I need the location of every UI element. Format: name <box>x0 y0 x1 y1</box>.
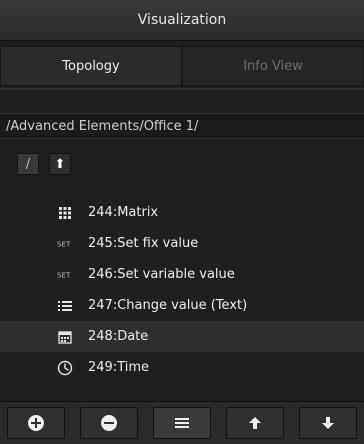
list-item-label: 248:Date <box>88 329 149 344</box>
clock-icon <box>57 360 73 376</box>
list-item-244[interactable]: 244:Matrix <box>0 197 364 228</box>
minus-circle-icon <box>101 415 118 431</box>
up-level-icon: ⬆ <box>54 156 66 172</box>
bottom-toolbar <box>0 401 364 444</box>
calendar-icon <box>57 329 73 345</box>
set-icon: SET <box>57 236 73 252</box>
move-up-button[interactable] <box>225 407 284 439</box>
tab-bar: Topology Info View <box>0 46 364 86</box>
visualization-panel: Visualization Topology Info View /Advanc… <box>0 0 364 444</box>
arrow-up-icon <box>248 417 261 429</box>
path-buttons: / ⬆ <box>17 153 71 175</box>
path-text: /Advanced Elements/Office 1/ <box>6 118 199 134</box>
root-path-label: / <box>25 156 31 172</box>
remove-button[interactable] <box>80 407 139 439</box>
list-icon <box>57 298 73 314</box>
tab-topology-label: Topology <box>62 58 120 74</box>
up-level-button[interactable]: ⬆ <box>49 153 71 175</box>
tabs-divider <box>0 88 364 90</box>
path-field[interactable]: /Advanced Elements/Office 1/ <box>0 113 364 139</box>
list-item-label: 247:Change value (Text) <box>88 298 248 313</box>
set-icon: SET <box>57 267 73 283</box>
list-item-label: 245:Set fix value <box>88 236 199 251</box>
move-down-button[interactable] <box>298 407 357 439</box>
add-button[interactable] <box>7 407 66 439</box>
svg-text:SET: SET <box>57 239 71 248</box>
svg-text:SET: SET <box>57 270 71 279</box>
list-item-247[interactable]: 247:Change value (Text) <box>0 290 364 321</box>
element-list: 244:Matrix SET 245:Set fix value SET 246… <box>0 197 364 383</box>
list-item-249[interactable]: 249:Time <box>0 352 364 383</box>
matrix-icon <box>57 205 73 221</box>
tab-info-view[interactable]: Info View <box>182 46 364 86</box>
list-item-label: 249:Time <box>88 360 150 375</box>
tab-topology[interactable]: Topology <box>0 46 182 86</box>
tab-info-view-label: Info View <box>243 58 303 74</box>
root-path-button[interactable]: / <box>17 153 39 175</box>
list-item-248[interactable]: 248:Date <box>0 321 364 352</box>
window-title-text: Visualization <box>137 12 227 28</box>
list-item-label: 246:Set variable value <box>88 267 235 282</box>
list-item-245[interactable]: SET 245:Set fix value <box>0 228 364 259</box>
list-icon <box>174 418 189 428</box>
list-view-button[interactable] <box>152 407 211 439</box>
list-item-246[interactable]: SET 246:Set variable value <box>0 259 364 290</box>
arrow-down-icon <box>321 417 334 429</box>
list-item-label: 244:Matrix <box>88 205 159 220</box>
window-title: Visualization <box>0 0 364 41</box>
plus-circle-icon <box>28 415 45 431</box>
